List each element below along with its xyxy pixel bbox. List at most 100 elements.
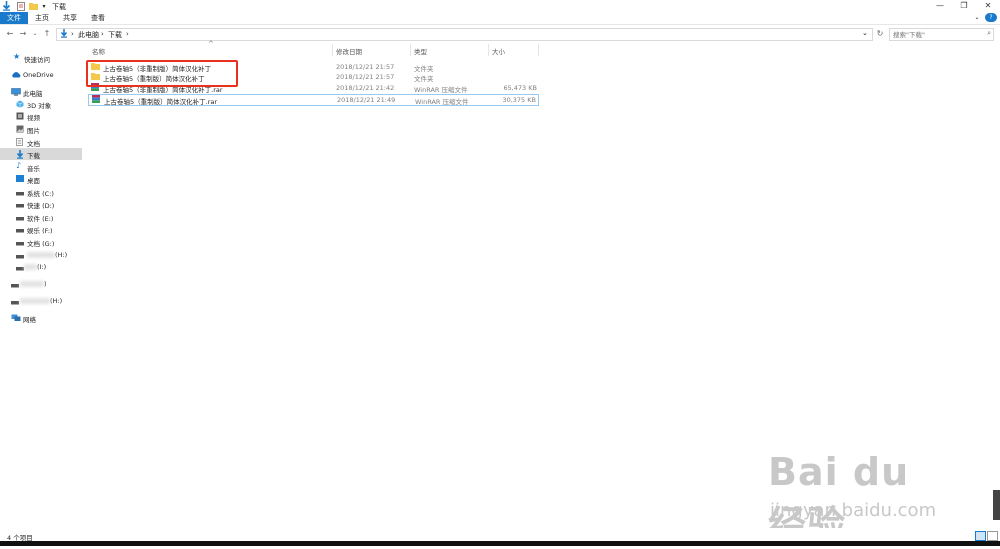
maximize-button[interactable]: ❐: [952, 0, 976, 11]
sidebar-item-drive-h[interactable]: (H:): [0, 249, 82, 261]
sidebar-item-drive-f[interactable]: 娱乐 (F:): [0, 223, 82, 235]
tab-file[interactable]: 文件: [0, 12, 28, 24]
column-header-date[interactable]: 修改日期: [336, 46, 362, 56]
column-divider[interactable]: [410, 44, 411, 56]
new-folder-icon[interactable]: [28, 1, 38, 11]
video-icon: [16, 112, 24, 120]
column-header-name[interactable]: 名称: [92, 46, 105, 56]
properties-icon[interactable]: [16, 1, 26, 11]
drive-icon: [16, 240, 24, 248]
sidebar-item-3d-objects[interactable]: 3D 对象: [0, 98, 82, 110]
sidebar-item-drive-g[interactable]: 文档 (G:): [0, 236, 82, 248]
help-button[interactable]: ?: [985, 13, 997, 22]
highlight-annotation-box: [86, 60, 238, 87]
path-separator: ›: [101, 30, 104, 38]
redacted-label: [24, 264, 37, 270]
sidebar-item-drive-e[interactable]: 软件 (E:): [0, 211, 82, 223]
document-icon: [16, 138, 24, 146]
breadcrumb-this-pc[interactable]: 此电脑: [78, 30, 99, 40]
drive-icon: [16, 227, 24, 235]
drive-icon: [16, 190, 24, 198]
rar-icon: [92, 95, 100, 105]
minimize-button[interactable]: —: [928, 0, 952, 11]
close-button[interactable]: ✕: [976, 0, 1000, 11]
ribbon-tabs: 文件 主页 共享 查看 ⌄ ?: [0, 12, 1000, 25]
file-type: 文件夹: [414, 75, 434, 83]
column-divider[interactable]: [538, 44, 539, 56]
drive-icon: [16, 215, 24, 223]
taskbar: [0, 541, 1000, 546]
path-separator: ›: [126, 30, 129, 38]
details-view-button[interactable]: [975, 531, 986, 541]
address-dropdown-icon[interactable]: ⌄: [862, 29, 868, 37]
file-name: 上古卷轴5（重制版）简体汉化补丁.rar: [104, 98, 218, 106]
desktop-icon: [16, 175, 24, 183]
column-header-type[interactable]: 类型: [414, 46, 427, 56]
download-icon: [1, 1, 11, 11]
music-icon: ♪: [16, 161, 22, 170]
drive-icon: [16, 253, 24, 261]
tab-home[interactable]: 主页: [32, 12, 52, 24]
cube-icon: [16, 100, 24, 108]
column-divider[interactable]: [488, 44, 489, 56]
sidebar-item-onedrive[interactable]: OneDrive: [0, 69, 82, 81]
address-row: ← → ⌄ ↑ › 此电脑 › 下载 › ⌄ ↻ ⌕: [0, 27, 1000, 42]
up-button[interactable]: ↑: [42, 29, 52, 39]
sidebar-item-drive-i[interactable]: (I:): [0, 261, 82, 273]
file-date: 2018/12/21 21:49: [337, 96, 396, 104]
sidebar-item-videos[interactable]: 视频: [0, 110, 82, 122]
file-date: 2018/12/21 21:57: [336, 63, 395, 71]
file-type: WinRAR 压缩文件: [414, 86, 468, 94]
status-bar: 4 个项目: [0, 528, 1000, 542]
table-row[interactable]: 上古卷轴5（重制版）简体汉化补丁.rar 2018/12/21 21:49 Wi…: [88, 94, 539, 106]
network-icon: [11, 314, 21, 322]
customize-quick-access-icon[interactable]: ▾: [39, 1, 49, 11]
tab-share[interactable]: 共享: [60, 12, 80, 24]
drive-icon: [16, 265, 24, 273]
drive-icon: [11, 299, 19, 307]
download-icon: [16, 150, 24, 159]
sidebar-item-removable-drive-h[interactable]: (H:): [0, 295, 82, 307]
file-list: ^ 名称 修改日期 类型 大小 上古卷轴5（非重制版）简体汉化补丁 2018/1…: [83, 40, 1000, 524]
picture-icon: [16, 125, 24, 133]
forward-button[interactable]: →: [18, 29, 28, 39]
address-bar[interactable]: › 此电脑 › 下载 › ⌄: [56, 28, 873, 41]
scrollbar-handle[interactable]: [993, 490, 1000, 520]
computer-icon: [11, 88, 21, 96]
large-icons-view-button[interactable]: [987, 531, 998, 541]
file-size: 30,375 KB: [502, 96, 536, 104]
refresh-button[interactable]: ↻: [875, 29, 885, 39]
sidebar-item-network[interactable]: 网络: [0, 312, 82, 324]
file-size: 65,473 KB: [503, 84, 537, 92]
sidebar-item-quick-access[interactable]: ★ 快速访问: [0, 52, 82, 64]
window-title: 下载: [52, 3, 66, 11]
sidebar-item-this-pc[interactable]: 此电脑: [0, 86, 82, 98]
sidebar-item-pictures[interactable]: 图片: [0, 123, 82, 135]
expand-ribbon-icon[interactable]: ⌄: [972, 12, 982, 24]
sidebar-item-downloads[interactable]: 下载: [0, 148, 82, 160]
sidebar-item-desktop[interactable]: 桌面: [0, 173, 82, 185]
drive-icon: [16, 202, 24, 210]
column-divider[interactable]: [332, 44, 333, 56]
back-button[interactable]: ←: [5, 29, 15, 39]
sidebar-item-removable-drive[interactable]: ): [0, 278, 82, 290]
recent-locations-icon[interactable]: ⌄: [30, 29, 40, 39]
file-type: WinRAR 压缩文件: [415, 98, 469, 106]
sidebar-item-music[interactable]: ♪ 音乐: [0, 161, 82, 173]
tab-view[interactable]: 查看: [88, 12, 108, 24]
redacted-label: [20, 298, 50, 304]
sidebar-item-drive-d[interactable]: 快速 (D:): [0, 198, 82, 210]
sidebar-item-documents[interactable]: 文档: [0, 136, 82, 148]
column-header-size[interactable]: 大小: [492, 46, 505, 56]
title-bar: ▾ 下载 — ❐ ✕: [0, 0, 1000, 12]
search-icon: ⌕: [987, 29, 991, 37]
drive-icon: [11, 282, 19, 290]
search-box[interactable]: ⌕: [889, 28, 994, 41]
redacted-label: [20, 281, 44, 287]
breadcrumb-downloads[interactable]: 下载: [108, 30, 122, 40]
sidebar-item-drive-c[interactable]: 系统 (C:): [0, 186, 82, 198]
search-input[interactable]: [890, 29, 984, 40]
redacted-label: [27, 252, 55, 258]
download-icon: [60, 29, 68, 40]
path-separator: ›: [71, 30, 74, 38]
